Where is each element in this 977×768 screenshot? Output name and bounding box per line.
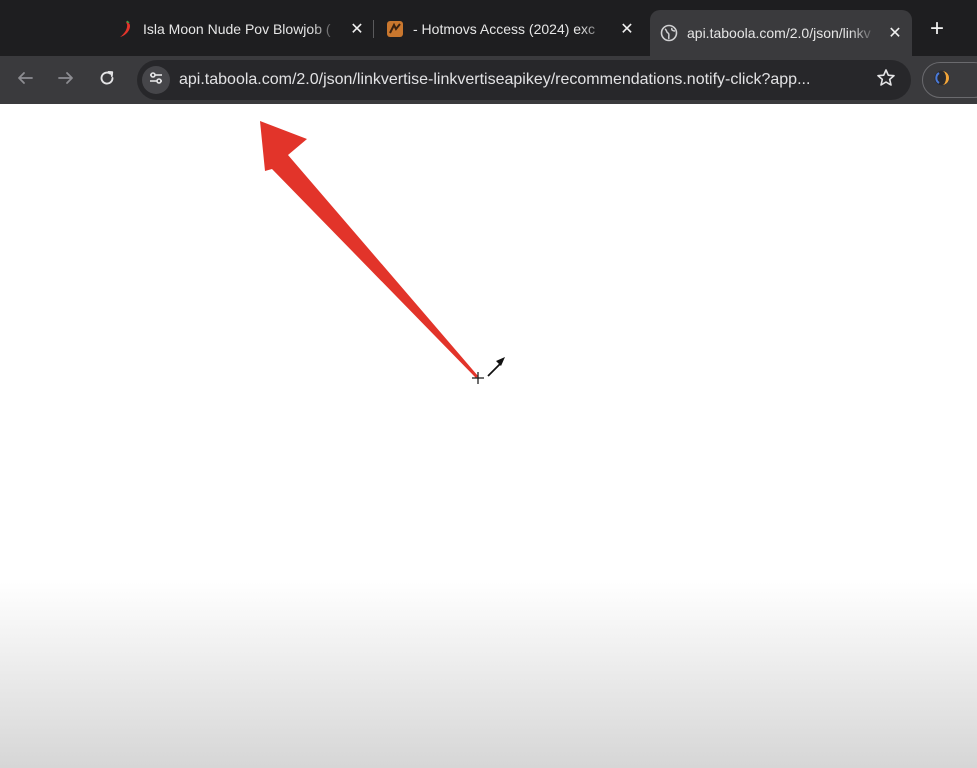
bookmark-button[interactable] xyxy=(875,68,897,93)
hotmovs-logo-icon xyxy=(386,20,404,38)
tab-close-button[interactable]: ✕ xyxy=(616,18,638,40)
tab-separator xyxy=(373,20,374,38)
tab-strip: Isla Moon Nude Pov Blowjob ( ✕ - Hotmovs… xyxy=(0,0,977,56)
extension-icon xyxy=(933,69,951,92)
tab-hotmovs[interactable]: - Hotmovs Access (2024) exc ✕ xyxy=(380,12,638,46)
browser-toolbar: api.taboola.com/2.0/json/linkvertise-lin… xyxy=(0,56,977,104)
extension-button[interactable] xyxy=(922,62,977,98)
star-icon xyxy=(876,68,896,93)
chili-pepper-icon xyxy=(116,20,134,38)
tab-title: Isla Moon Nude Pov Blowjob ( xyxy=(143,21,331,37)
site-info-button[interactable] xyxy=(142,66,170,94)
back-button[interactable] xyxy=(9,64,41,96)
tab-title: api.taboola.com/2.0/json/linkv xyxy=(687,25,871,41)
arrow-left-icon xyxy=(16,69,34,92)
reload-button[interactable] xyxy=(91,64,123,96)
arrow-right-icon xyxy=(57,69,75,92)
new-tab-button[interactable]: + xyxy=(922,15,952,43)
tab-isla-moon[interactable]: Isla Moon Nude Pov Blowjob ( ✕ xyxy=(110,12,368,46)
browser-window: Isla Moon Nude Pov Blowjob ( ✕ - Hotmovs… xyxy=(0,0,977,768)
tab-close-button[interactable]: ✕ xyxy=(346,18,368,40)
tune-icon xyxy=(148,70,164,91)
tab-taboola-active[interactable]: api.taboola.com/2.0/json/linkv ✕ xyxy=(650,10,912,56)
address-bar[interactable]: api.taboola.com/2.0/json/linkvertise-lin… xyxy=(137,60,911,100)
reload-icon xyxy=(98,69,116,92)
page-content[interactable] xyxy=(0,104,977,768)
tab-title: - Hotmovs Access (2024) exc xyxy=(413,21,596,37)
url-text[interactable]: api.taboola.com/2.0/json/linkvertise-lin… xyxy=(179,71,861,89)
tab-close-button[interactable]: ✕ xyxy=(884,22,906,44)
globe-icon xyxy=(660,24,678,42)
forward-button[interactable] xyxy=(50,64,82,96)
